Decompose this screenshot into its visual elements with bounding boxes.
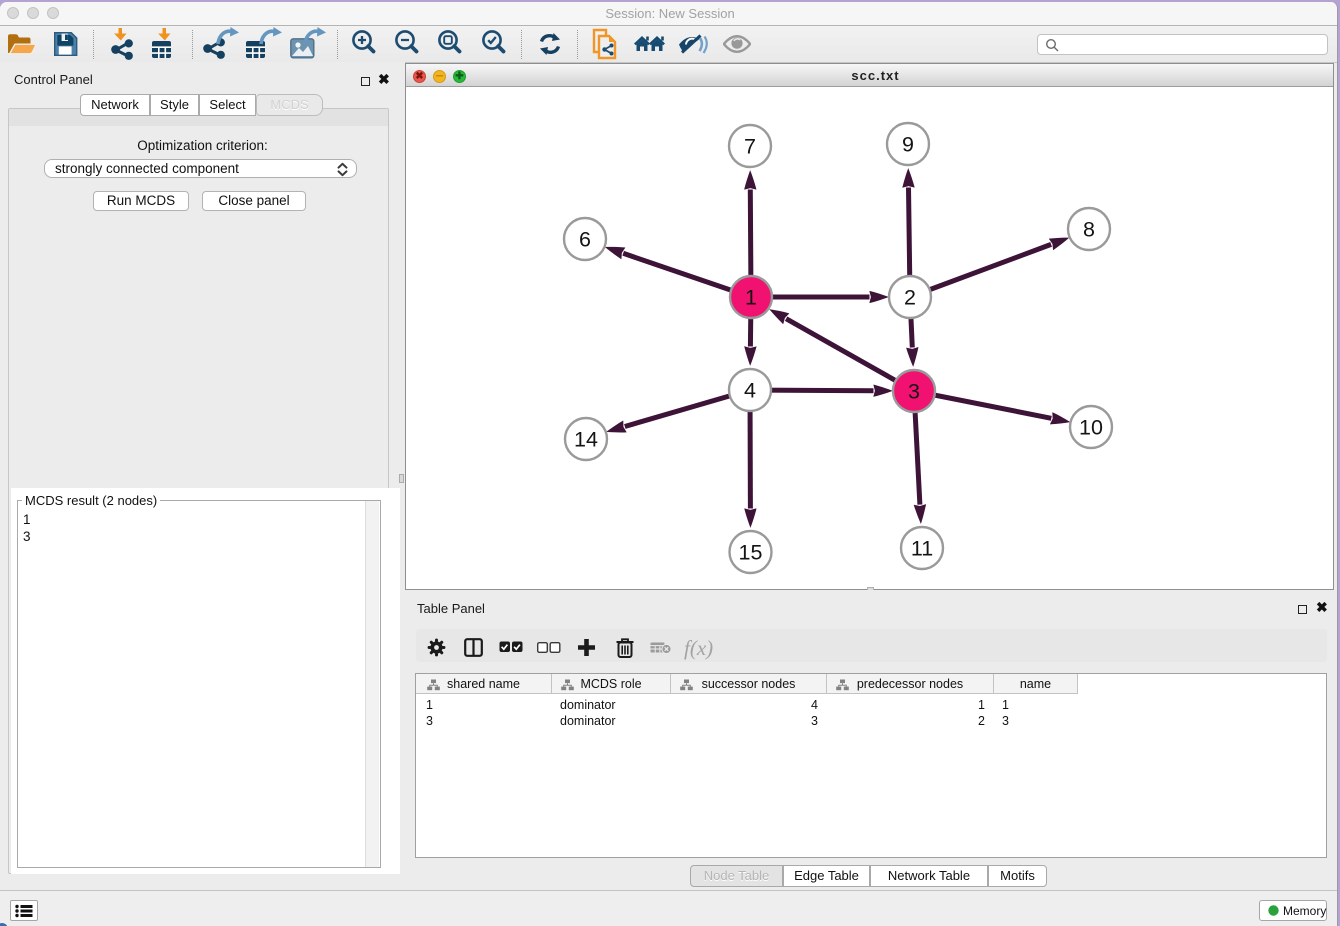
svg-text:6: 6 (579, 227, 591, 251)
svg-text:1: 1 (745, 285, 757, 309)
svg-text:3: 3 (908, 379, 920, 403)
svg-text:14: 14 (574, 427, 598, 451)
svg-text:15: 15 (739, 540, 763, 564)
svg-text:8: 8 (1083, 217, 1095, 241)
svg-text:4: 4 (744, 378, 756, 402)
svg-text:10: 10 (1079, 415, 1103, 439)
svg-text:2: 2 (904, 285, 916, 309)
svg-text:7: 7 (744, 134, 756, 158)
svg-text:11: 11 (911, 536, 933, 560)
svg-text:9: 9 (902, 132, 914, 156)
